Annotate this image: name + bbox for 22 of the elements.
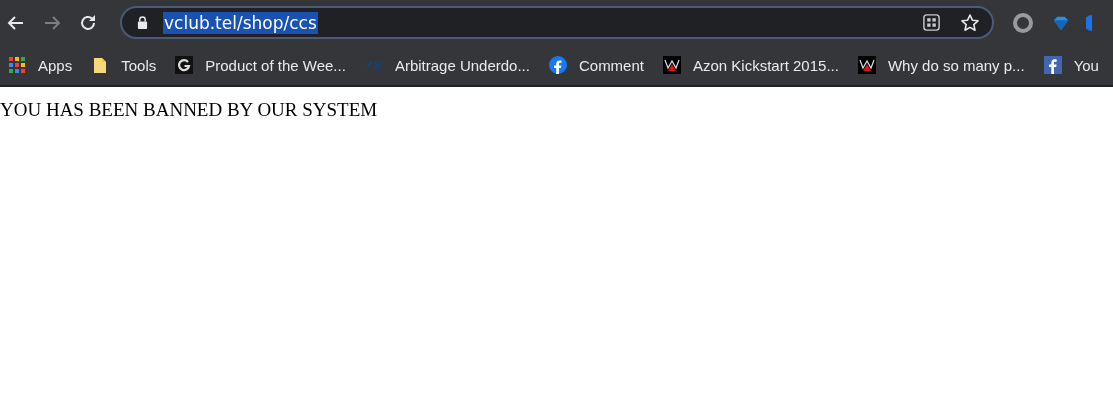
facebook-icon: [1043, 56, 1062, 74]
bookmark[interactable]: Apps: [8, 51, 73, 79]
lock-icon: [137, 16, 148, 29]
bookmark[interactable]: Why do so many p...: [857, 51, 1025, 79]
url-text: vclub.tel/shop/ccs: [163, 11, 318, 34]
apps-grid-icon: [8, 56, 26, 74]
tab-search-icon[interactable]: [922, 13, 941, 32]
w-logo-icon: [857, 56, 876, 74]
w-logo-icon: [663, 56, 681, 74]
bookmark[interactable]: You: [1043, 51, 1099, 79]
bookmark[interactable]: Comment: [548, 51, 644, 79]
bookmark[interactable]: Arbitrage Underdo...: [364, 51, 530, 79]
bookmark[interactable]: Azon Kickstart 2015...: [663, 51, 839, 79]
star-icon[interactable]: [960, 12, 980, 33]
ring-icon[interactable]: [1012, 11, 1034, 34]
facebook-icon: [548, 56, 567, 74]
extension-icon[interactable]: [1086, 12, 1092, 33]
swirl-logo-icon: [175, 56, 194, 74]
bookmark[interactable]: Tools: [91, 51, 157, 79]
address-bar[interactable]: vclub.tel/shop/ccs: [120, 6, 994, 39]
bookmark[interactable]: Product of the Wee...: [175, 51, 346, 79]
ban-message: YOU HAS BEEN BANNED BY OUR SYSTEM: [0, 99, 379, 121]
